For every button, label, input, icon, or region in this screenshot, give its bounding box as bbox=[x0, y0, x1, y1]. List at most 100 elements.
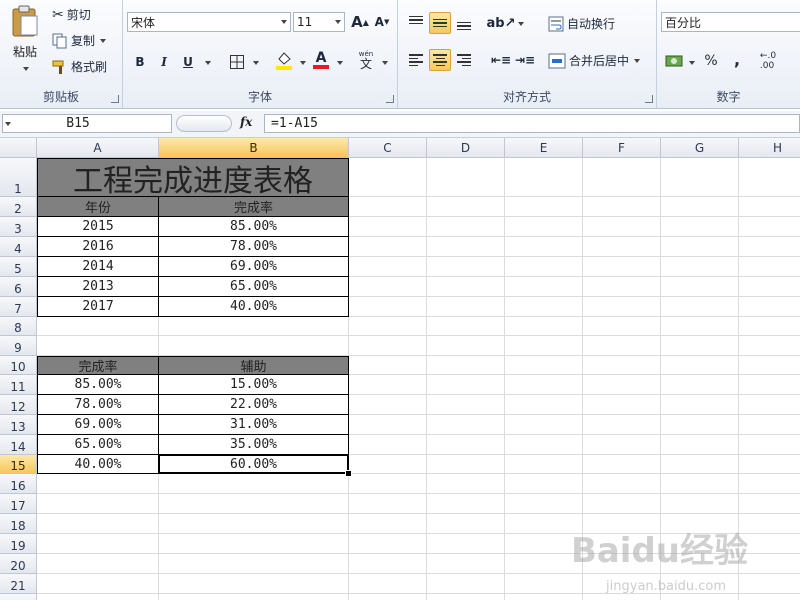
cell[interactable] bbox=[661, 474, 739, 494]
cell[interactable] bbox=[583, 297, 661, 317]
cell[interactable] bbox=[349, 217, 427, 237]
cell[interactable] bbox=[37, 554, 159, 574]
cell[interactable] bbox=[661, 317, 739, 336]
cell[interactable] bbox=[159, 534, 349, 554]
cell[interactable] bbox=[349, 297, 427, 317]
formula-bar-grip[interactable] bbox=[176, 115, 232, 132]
cell[interactable] bbox=[349, 336, 427, 356]
table-cell[interactable]: 78.00% bbox=[37, 395, 159, 415]
cell[interactable] bbox=[349, 594, 427, 600]
cell[interactable] bbox=[505, 237, 583, 257]
cell[interactable] bbox=[739, 514, 800, 534]
chevron-down-icon[interactable] bbox=[518, 22, 524, 26]
column-header-c[interactable]: C bbox=[349, 138, 427, 158]
cell[interactable] bbox=[739, 356, 800, 375]
cell[interactable] bbox=[583, 197, 661, 217]
cell[interactable] bbox=[505, 375, 583, 395]
cell[interactable] bbox=[505, 297, 583, 317]
percent-style-button[interactable]: % bbox=[700, 50, 722, 72]
cell[interactable] bbox=[427, 474, 505, 494]
cell[interactable] bbox=[583, 494, 661, 514]
dialog-launcher-icon[interactable] bbox=[645, 95, 653, 103]
cell[interactable] bbox=[739, 336, 800, 356]
cell[interactable] bbox=[349, 197, 427, 217]
cell[interactable] bbox=[505, 197, 583, 217]
cell[interactable] bbox=[661, 217, 739, 237]
table-cell[interactable]: 65.00% bbox=[37, 435, 159, 455]
cell[interactable] bbox=[37, 594, 159, 600]
column-header-d[interactable]: D bbox=[427, 138, 505, 158]
align-top-button[interactable] bbox=[405, 12, 427, 34]
table-cell[interactable]: 60.00% bbox=[159, 455, 349, 474]
table-cell[interactable]: 40.00% bbox=[159, 297, 349, 317]
comma-style-button[interactable]: , bbox=[726, 48, 748, 70]
cell[interactable] bbox=[427, 455, 505, 474]
increase-decimal-button[interactable]: ←.0.00 bbox=[757, 50, 779, 72]
cell[interactable] bbox=[583, 395, 661, 415]
cell[interactable] bbox=[661, 494, 739, 514]
cell[interactable] bbox=[427, 514, 505, 534]
column-header-g[interactable]: G bbox=[661, 138, 739, 158]
cell[interactable] bbox=[739, 435, 800, 455]
row-header-14[interactable]: 14 bbox=[0, 435, 37, 455]
cell[interactable] bbox=[427, 317, 505, 336]
table-cell[interactable]: 15.00% bbox=[159, 375, 349, 395]
cell[interactable] bbox=[427, 594, 505, 600]
table-cell[interactable]: 40.00% bbox=[37, 455, 159, 474]
cell[interactable] bbox=[349, 237, 427, 257]
cell[interactable] bbox=[159, 494, 349, 514]
cell[interactable] bbox=[349, 415, 427, 435]
cell[interactable] bbox=[159, 474, 349, 494]
cell[interactable] bbox=[427, 494, 505, 514]
cell[interactable] bbox=[159, 554, 349, 574]
table-cell[interactable]: 85.00% bbox=[159, 217, 349, 237]
cell[interactable] bbox=[739, 277, 800, 297]
formula-input[interactable]: =1-A15 bbox=[264, 114, 800, 133]
cell[interactable] bbox=[427, 534, 505, 554]
cell[interactable] bbox=[427, 574, 505, 594]
cell[interactable] bbox=[505, 415, 583, 435]
cell[interactable] bbox=[349, 317, 427, 336]
cell[interactable] bbox=[159, 514, 349, 534]
row-header-9[interactable]: 9 bbox=[0, 336, 37, 356]
row-header-18[interactable]: 18 bbox=[0, 514, 37, 534]
align-right-button[interactable] bbox=[453, 49, 475, 71]
cell[interactable] bbox=[349, 574, 427, 594]
cell[interactable] bbox=[739, 415, 800, 435]
align-center-button[interactable] bbox=[429, 49, 451, 71]
chevron-down-icon[interactable] bbox=[689, 61, 695, 65]
dialog-launcher-icon[interactable] bbox=[386, 95, 394, 103]
cell[interactable] bbox=[159, 594, 349, 600]
cell[interactable] bbox=[37, 317, 159, 336]
cell[interactable] bbox=[583, 237, 661, 257]
row-header-6[interactable]: 6 bbox=[0, 277, 37, 297]
cell[interactable] bbox=[427, 197, 505, 217]
cell[interactable] bbox=[661, 297, 739, 317]
cell[interactable] bbox=[505, 277, 583, 297]
table-cell[interactable]: 78.00% bbox=[159, 237, 349, 257]
cell[interactable] bbox=[661, 237, 739, 257]
wrap-text-button[interactable]: 自动换行 bbox=[548, 15, 615, 32]
cell[interactable] bbox=[583, 415, 661, 435]
orientation-button[interactable]: ab↗ bbox=[487, 12, 516, 34]
cell[interactable] bbox=[739, 158, 800, 197]
cell[interactable] bbox=[427, 297, 505, 317]
cell[interactable] bbox=[583, 594, 661, 600]
cell[interactable] bbox=[739, 257, 800, 277]
row-header-1[interactable]: 1 bbox=[0, 158, 37, 197]
paste-button[interactable]: 粘贴 bbox=[6, 4, 44, 84]
cell[interactable] bbox=[661, 594, 739, 600]
font-name-select[interactable]: 宋体 bbox=[127, 12, 291, 32]
table-cell[interactable]: 2017 bbox=[37, 297, 159, 317]
fill-color-button[interactable] bbox=[273, 49, 295, 71]
row-header-3[interactable]: 3 bbox=[0, 217, 37, 237]
row-header-13[interactable]: 13 bbox=[0, 415, 37, 435]
cell[interactable] bbox=[349, 494, 427, 514]
cell[interactable] bbox=[349, 277, 427, 297]
cell[interactable] bbox=[427, 277, 505, 297]
row-header-17[interactable]: 17 bbox=[0, 494, 37, 514]
cell[interactable] bbox=[37, 534, 159, 554]
cell[interactable] bbox=[739, 217, 800, 237]
cell[interactable] bbox=[349, 514, 427, 534]
table-cell[interactable]: 35.00% bbox=[159, 435, 349, 455]
